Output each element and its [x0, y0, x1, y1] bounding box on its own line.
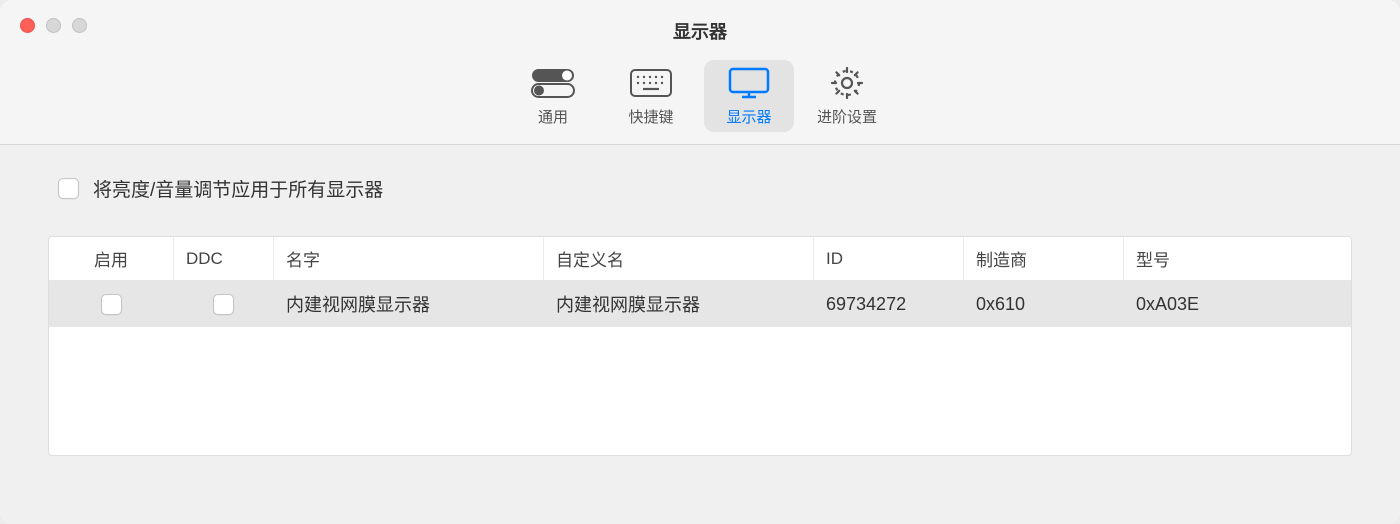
- monitor-icon: [727, 66, 771, 100]
- th-custom[interactable]: 自定义名: [544, 237, 814, 280]
- cell-custom: 内建视网膜显示器: [544, 281, 814, 327]
- th-mfg[interactable]: 制造商: [964, 237, 1124, 280]
- table-row[interactable]: 内建视网膜显示器 内建视网膜显示器 69734272 0x610 0xA03E: [49, 281, 1351, 327]
- titlebar: 显示器: [0, 0, 1400, 50]
- th-enable[interactable]: 启用: [49, 237, 174, 280]
- tab-label: 快捷键: [628, 106, 673, 127]
- apply-all-label: 将亮度/音量调节应用于所有显示器: [93, 175, 383, 202]
- traffic-lights: [20, 18, 87, 33]
- toggle-icon: [531, 66, 575, 100]
- th-ddc[interactable]: DDC: [174, 237, 274, 280]
- th-model[interactable]: 型号: [1124, 237, 1351, 280]
- cell-mfg: 0x610: [964, 281, 1124, 327]
- row-enable-checkbox[interactable]: [101, 294, 122, 315]
- tab-display[interactable]: 显示器: [704, 60, 794, 132]
- toolbar: 通用 快捷键: [0, 50, 1400, 145]
- tab-advanced[interactable]: 进阶设置: [802, 60, 892, 132]
- cell-enable: [49, 281, 174, 327]
- th-name[interactable]: 名字: [274, 237, 544, 280]
- keyboard-icon: [629, 66, 673, 100]
- tab-label: 通用: [538, 106, 568, 127]
- table-header: 启用 DDC 名字 自定义名 ID 制造商 型号: [49, 237, 1351, 281]
- tab-shortcut[interactable]: 快捷键: [606, 60, 696, 132]
- tab-label: 显示器: [726, 106, 771, 127]
- apply-all-checkbox-row: 将亮度/音量调节应用于所有显示器: [48, 175, 1352, 202]
- maximize-button[interactable]: [72, 18, 87, 33]
- row-ddc-checkbox[interactable]: [213, 294, 234, 315]
- gear-icon: [829, 66, 865, 100]
- cell-id: 69734272: [814, 281, 964, 327]
- tab-general[interactable]: 通用: [508, 60, 598, 132]
- close-button[interactable]: [20, 18, 35, 33]
- content-pane: 将亮度/音量调节应用于所有显示器 启用 DDC 名字 自定义名 ID 制造商 型…: [0, 145, 1400, 524]
- tab-label: 进阶设置: [817, 106, 877, 127]
- cell-model: 0xA03E: [1124, 281, 1351, 327]
- displays-table: 启用 DDC 名字 自定义名 ID 制造商 型号 内建视网膜显示器 内建视网膜显…: [48, 236, 1352, 456]
- window-title: 显示器: [20, 6, 1380, 44]
- minimize-button[interactable]: [46, 18, 61, 33]
- cell-name: 内建视网膜显示器: [274, 281, 544, 327]
- th-id[interactable]: ID: [814, 237, 964, 280]
- cell-ddc: [174, 281, 274, 327]
- preferences-window: 显示器 通用: [0, 0, 1400, 524]
- apply-all-checkbox[interactable]: [58, 178, 79, 199]
